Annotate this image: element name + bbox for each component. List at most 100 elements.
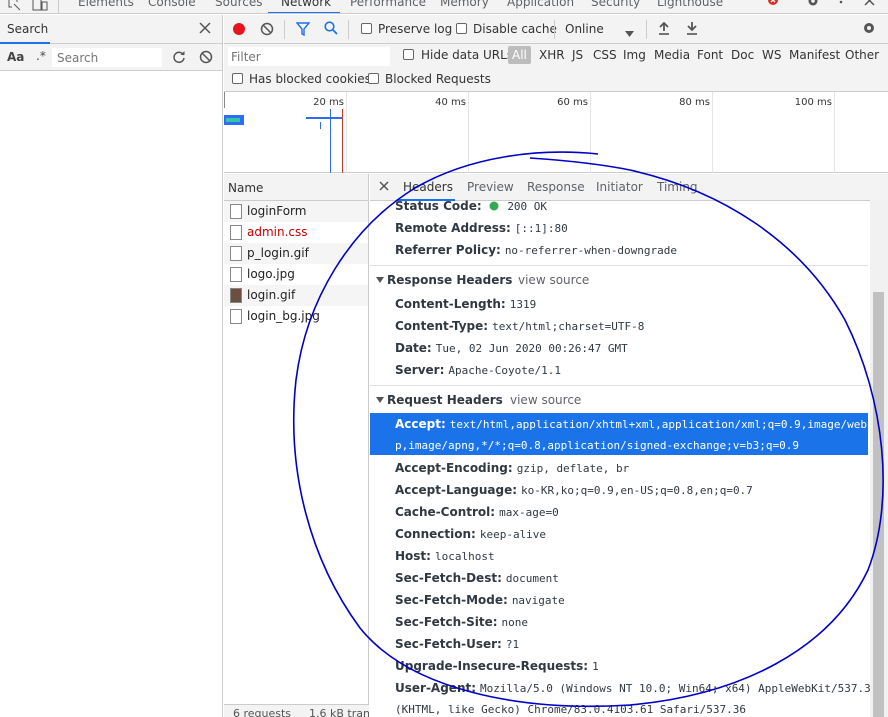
tab-application[interactable]: Application (507, 0, 574, 9)
filter-type-manifest[interactable]: Manifest (789, 48, 840, 62)
request-row[interactable]: loginForm (224, 201, 368, 222)
tab-security[interactable]: Security (591, 0, 640, 9)
header-key: Content-Length: (395, 297, 506, 311)
tab-headers[interactable]: Headers (403, 180, 453, 194)
request-row[interactable]: login_bg.jpg (224, 306, 368, 327)
filter-type-img[interactable]: Img (623, 48, 646, 62)
header-value: ko-KR,ko;q=0.9,en-US;q=0.8,en;q=0.7 (521, 484, 753, 497)
header-row: Sec-Fetch-Dest: document (395, 571, 559, 585)
header-value: no-referrer-when-downgrade (504, 244, 677, 257)
filter-bar: Hide data URLs All XHR JS CSS Img Media … (224, 44, 888, 92)
close-icon[interactable] (864, 0, 876, 11)
error-count-icon[interactable] (767, 0, 779, 11)
disable-cache-checkbox[interactable] (456, 23, 467, 34)
header-key: Sec-Fetch-Site: (395, 615, 498, 629)
record-icon[interactable] (232, 22, 246, 39)
header-key: Date: (395, 341, 432, 355)
header-value: 1319 (509, 298, 537, 311)
tab-performance[interactable]: Performance (350, 0, 426, 9)
timeline-overview[interactable]: 20 ms 40 ms 60 ms 80 ms 100 ms (224, 92, 888, 173)
tab-console[interactable]: Console (148, 0, 196, 9)
filter-icon[interactable] (295, 22, 311, 39)
header-value: ?1 (505, 638, 520, 651)
tab-sources[interactable]: Sources (215, 0, 262, 9)
search-drawer: Search Aa .* (0, 15, 223, 717)
refresh-icon[interactable] (172, 50, 186, 67)
inspect-icon[interactable] (8, 0, 22, 13)
header-row: Connection: keep-alive (395, 527, 546, 541)
gear-icon[interactable] (862, 21, 876, 38)
filter-type-other[interactable]: Other (845, 48, 879, 62)
filter-type-ws[interactable]: WS (762, 48, 781, 62)
match-case-toggle[interactable]: Aa (7, 50, 24, 64)
close-icon[interactable] (379, 180, 389, 194)
filter-type-doc[interactable]: Doc (731, 48, 754, 62)
request-row[interactable]: login.gif (224, 285, 368, 306)
filter-type-js[interactable]: JS (572, 48, 583, 62)
gear-icon[interactable] (806, 0, 820, 13)
close-icon[interactable] (199, 22, 211, 37)
request-row[interactable]: p_login.gif (224, 243, 368, 264)
tab-memory[interactable]: Memory (440, 0, 489, 9)
export-icon[interactable] (686, 21, 698, 38)
selected-header-row[interactable]: Accept: text/html,application/xhtml+xml,a… (370, 413, 868, 455)
search-header: Search (0, 15, 222, 44)
header-key: Sec-Fetch-Mode: (395, 593, 508, 607)
search-options-bar: Aa .* (0, 44, 222, 71)
import-icon[interactable] (658, 21, 670, 38)
throttle-select[interactable]: Online (565, 22, 604, 36)
view-source-link[interactable]: view source (510, 393, 581, 407)
search-title[interactable]: Search (7, 22, 48, 36)
tab-lighthouse[interactable]: Lighthouse (657, 0, 723, 9)
document-icon (230, 204, 242, 219)
header-row-continuation: (KHTML, like Gecko) Chrome/83.0.4103.61 … (395, 702, 746, 716)
accept-line-1: Accept: text/html,application/xhtml+xml,a… (395, 417, 867, 431)
image-thumbnail-icon (230, 288, 242, 303)
view-source-link[interactable]: view source (518, 273, 589, 287)
search-input[interactable] (57, 49, 161, 66)
tab-elements[interactable]: Elements (78, 0, 134, 9)
header-row: Accept-Encoding: gzip, deflate, br (395, 461, 629, 475)
request-row[interactable]: admin.css (224, 222, 368, 243)
tab-preview[interactable]: Preview (467, 180, 514, 194)
preserve-log-checkbox[interactable] (361, 23, 372, 34)
hide-data-urls-checkbox[interactable] (403, 49, 414, 60)
stylesheet-icon (230, 225, 242, 240)
tab-initiator[interactable]: Initiator (596, 180, 643, 194)
image-file-icon (230, 267, 242, 282)
filter-input[interactable] (231, 48, 387, 65)
response-headers-toggle[interactable]: Response Headers (376, 273, 512, 287)
filter-type-all[interactable]: All (508, 46, 531, 64)
request-headers-toggle[interactable]: Request Headers (376, 393, 503, 407)
clear-icon[interactable] (199, 50, 213, 67)
tab-timing[interactable]: Timing (657, 180, 698, 194)
scrollbar-thumb[interactable] (873, 292, 884, 717)
search-icon[interactable] (324, 21, 338, 39)
timeline-tick: 40 ms (435, 97, 466, 108)
header-value: [::1]:80 (514, 222, 568, 235)
more-icon[interactable] (838, 0, 844, 13)
filter-box (228, 47, 390, 66)
blocked-requests-checkbox[interactable] (368, 73, 379, 84)
name-column-header[interactable]: Name (224, 174, 368, 201)
filter-type-media[interactable]: Media (654, 48, 690, 62)
header-row: Content-Type: text/html;charset=UTF-8 (395, 319, 644, 333)
filter-type-css[interactable]: CSS (593, 48, 617, 62)
network-toolbar: Preserve log Disable cache Online (224, 15, 888, 44)
device-icon[interactable] (32, 0, 48, 13)
block-icon[interactable] (260, 22, 274, 39)
header-value: Tue, 02 Jun 2020 00:26:47 GMT (435, 342, 628, 355)
dom-content-loaded-line (330, 109, 331, 173)
filter-type-font[interactable]: Font (697, 48, 723, 62)
tab-network[interactable]: Network (281, 0, 331, 9)
regex-toggle[interactable]: .* (36, 49, 46, 63)
preserve-log-label: Preserve log (378, 22, 453, 36)
request-row[interactable]: logo.jpg (224, 264, 368, 285)
active-tab-indicator (268, 12, 340, 13)
tab-response[interactable]: Response (527, 180, 585, 194)
header-value: Apache-Coyote/1.1 (448, 364, 561, 377)
load-event-line (342, 109, 343, 173)
filter-type-xhr[interactable]: XHR (539, 48, 565, 62)
has-blocked-cookies-checkbox[interactable] (232, 73, 243, 84)
header-row: Upgrade-Insecure-Requests: 1 (395, 659, 599, 673)
